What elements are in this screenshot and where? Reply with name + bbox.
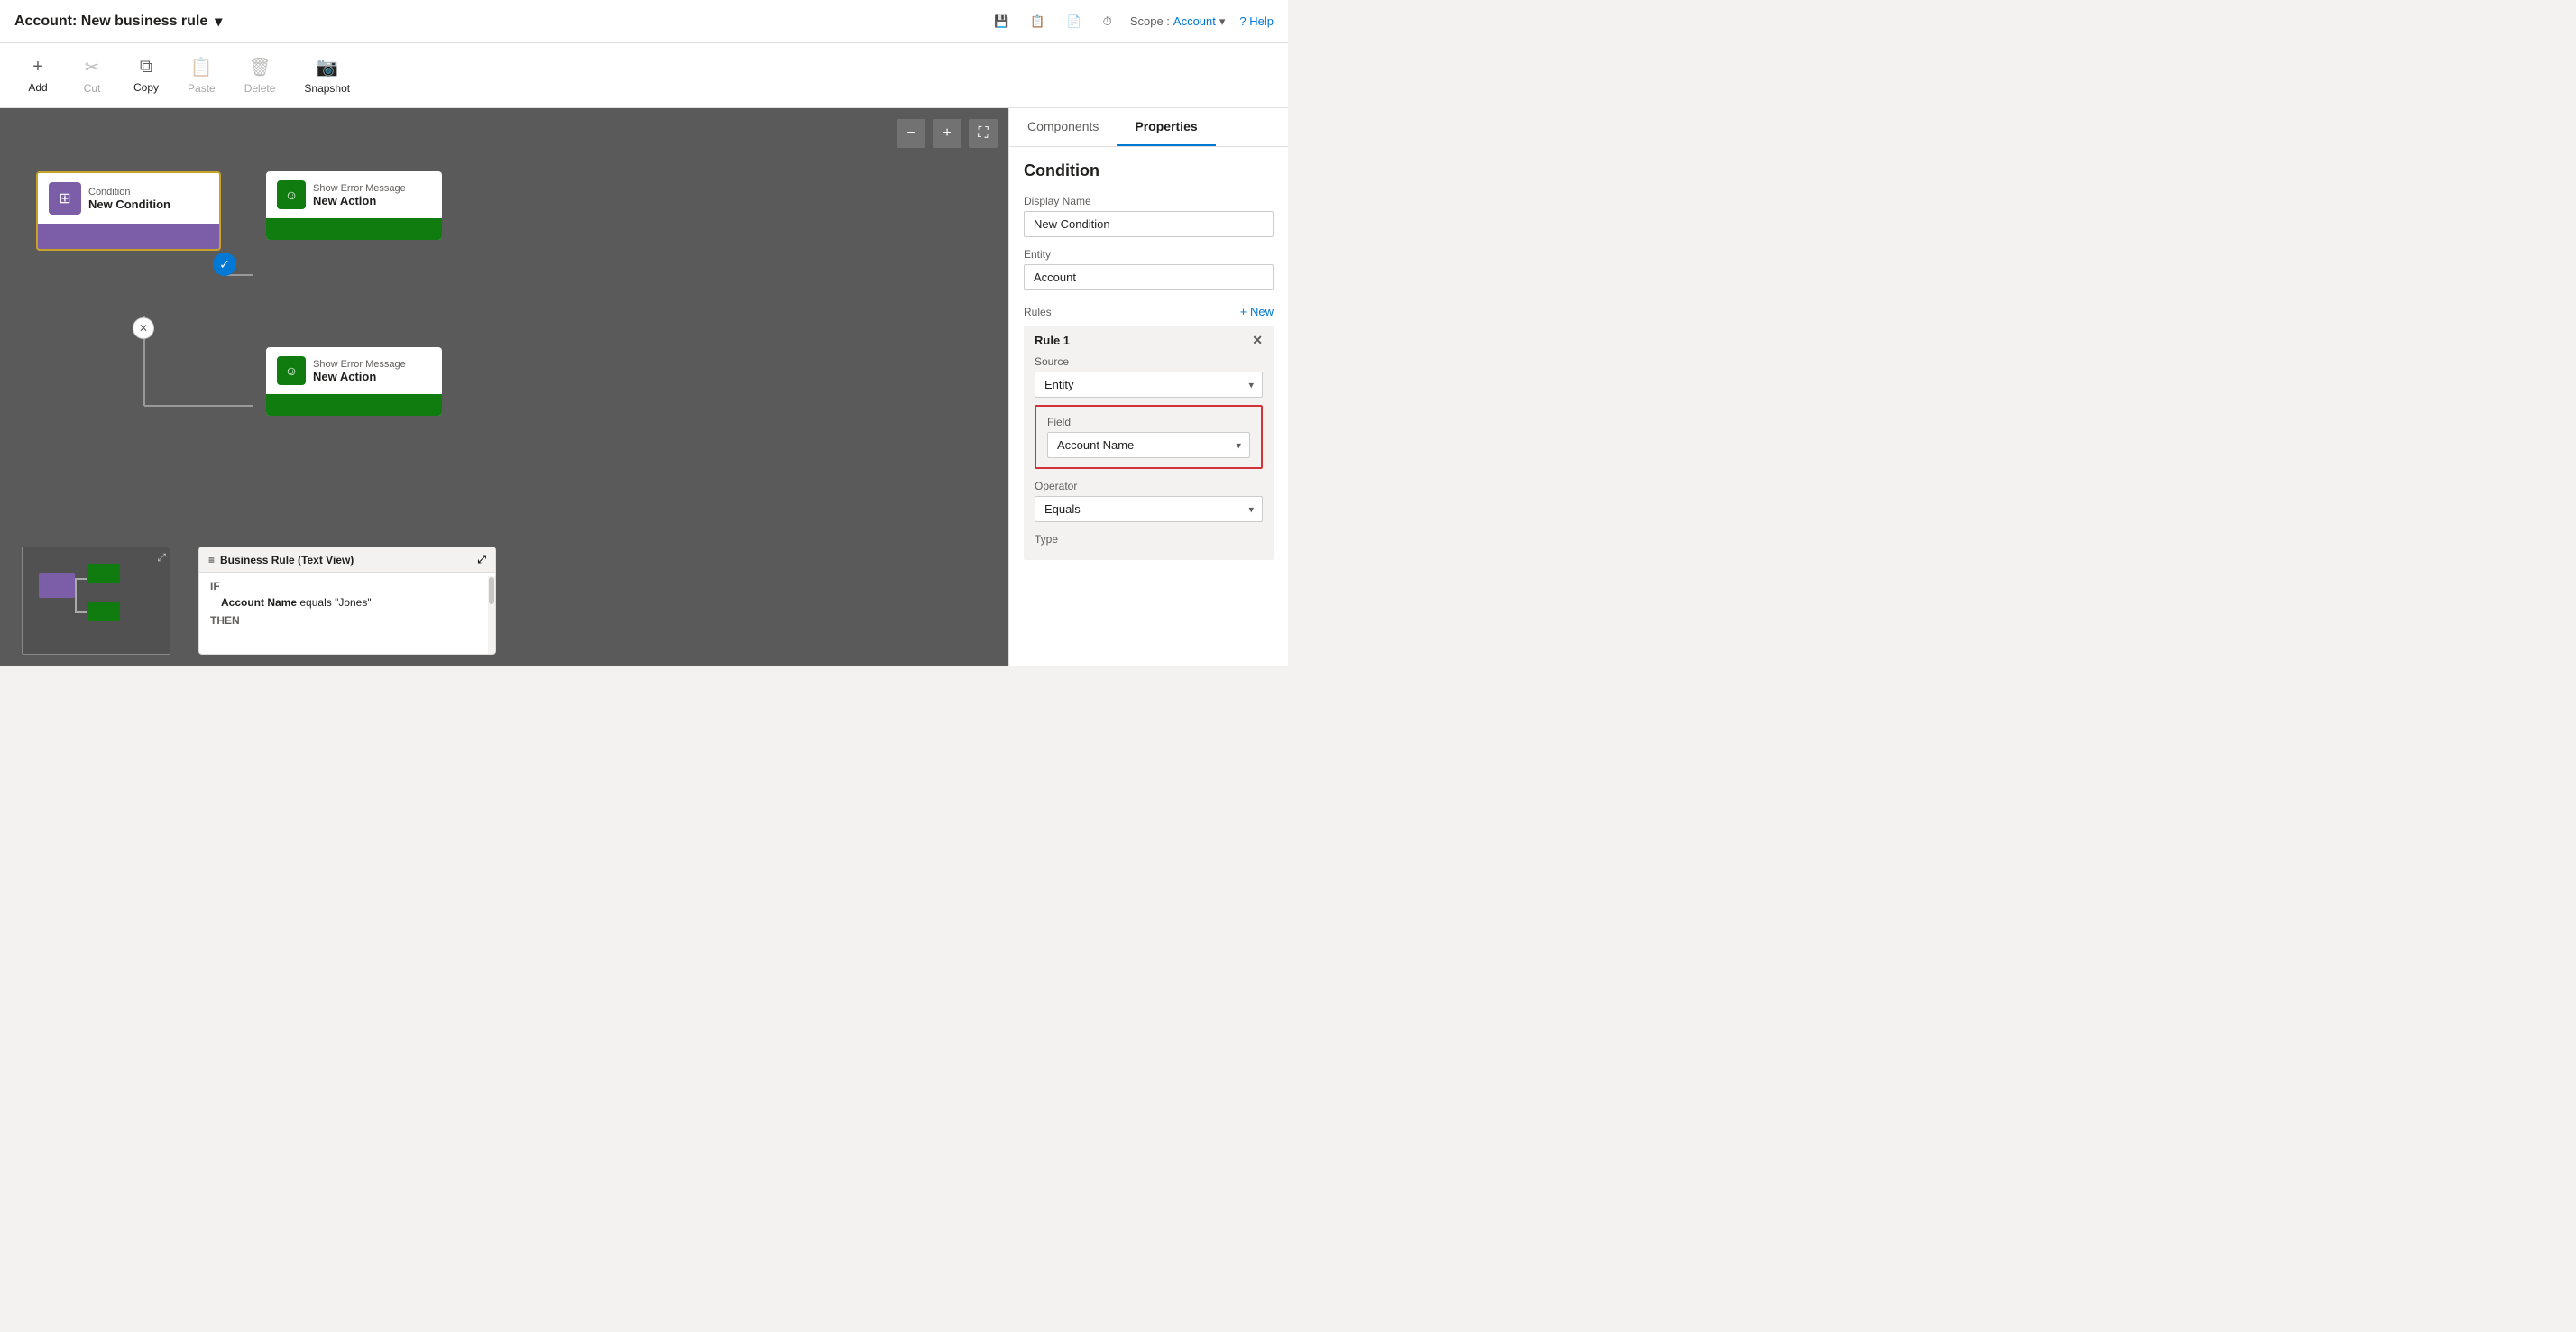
save-icon[interactable]: 💾 — [990, 11, 1012, 32]
right-panel: Components Properties Condition Display … — [1008, 108, 1288, 666]
clock-icon[interactable]: ⏱ — [1099, 11, 1116, 32]
panel-tabs: Components Properties — [1009, 108, 1288, 147]
title-right: 💾 📋 📄 ⏱ Scope : Account ▾ ? Help — [990, 11, 1274, 32]
field-highlighted-box: Field Account Name ▾ — [1035, 405, 1263, 469]
source-label: Source — [1035, 355, 1263, 368]
display-name-input[interactable] — [1024, 211, 1274, 237]
new-rule-link[interactable]: + New — [1240, 305, 1274, 318]
paste-icon: 📋 — [190, 56, 213, 78]
scope-dropdown-icon[interactable]: ▾ — [1219, 14, 1226, 29]
rule-1-close-button[interactable]: ✕ — [1252, 333, 1263, 348]
copy-button[interactable]: ⧉ Copy — [119, 50, 173, 101]
condition-node-text: Condition New Condition — [88, 187, 170, 211]
doc-icon[interactable]: 📄 — [1063, 11, 1084, 32]
condition-icon: ⊞ — [49, 182, 81, 215]
action-node-top-header: ☺ Show Error Message New Action — [266, 171, 442, 218]
branch-x-button[interactable]: ✕ — [133, 317, 154, 339]
panel-section-title: Condition — [1024, 161, 1274, 180]
minimap-condition — [39, 573, 75, 598]
condition-node[interactable]: ⊞ Condition New Condition — [36, 171, 221, 251]
action-node-bottom-text: Show Error Message New Action — [313, 359, 406, 383]
brtv-condition-line: Account Name equals "Jones" — [210, 596, 484, 609]
action-node-top-text: Show Error Message New Action — [313, 183, 406, 207]
scope-value[interactable]: Account — [1173, 14, 1216, 28]
cut-button[interactable]: ✂ Cut — [65, 49, 119, 102]
operator-label: Operator — [1035, 480, 1263, 492]
minimap-expand-button[interactable]: ⤢ — [157, 551, 166, 565]
minimap-action-bottom — [87, 602, 120, 621]
brtv-header-left: ≡ Business Rule (Text View) — [208, 554, 354, 566]
paste-button[interactable]: 📋 Paste — [173, 49, 230, 102]
field-select[interactable]: Account Name — [1047, 432, 1250, 458]
brtv-title: Business Rule (Text View) — [220, 554, 354, 566]
zoom-out-button[interactable]: − — [897, 119, 925, 148]
page-title: Account: New business rule — [14, 14, 207, 30]
toolbar: + Add ✂ Cut ⧉ Copy 📋 Paste 🗑 Delete 📷 Sn… — [0, 43, 1288, 108]
action-node-top[interactable]: ☺ Show Error Message New Action — [266, 171, 442, 240]
condition-node-header: ⊞ Condition New Condition — [38, 173, 219, 224]
title-dropdown-icon[interactable]: ▾ — [215, 13, 222, 31]
operator-select-wrapper: Equals ▾ — [1035, 496, 1263, 522]
action-node-bottom-footer — [266, 394, 442, 416]
field-label: Field — [1047, 416, 1250, 428]
condition-node-footer — [38, 224, 219, 249]
zoom-in-button[interactable]: + — [933, 119, 961, 148]
brtv-then: THEN — [210, 614, 484, 627]
rule-1-box: Rule 1 ✕ Source Entity ▾ Field — [1024, 326, 1274, 560]
brtv-content: IF Account Name equals "Jones" THEN — [199, 573, 495, 634]
cut-icon: ✂ — [85, 56, 100, 78]
delete-button[interactable]: 🗑 Delete — [230, 49, 290, 102]
canvas-area[interactable]: − + ⛶ ⊞ — [0, 108, 1008, 666]
help-button[interactable]: ? Help — [1239, 14, 1274, 28]
title-bar: Account: New business rule ▾ 💾 📋 📄 ⏱ Sco… — [0, 0, 1288, 43]
source-select-wrapper: Entity ▾ — [1035, 372, 1263, 398]
canvas-controls: − + ⛶ — [897, 119, 998, 148]
action-icon-bottom: ☺ — [277, 356, 306, 385]
add-button[interactable]: + Add — [11, 50, 65, 101]
rule-1-title: Rule 1 — [1035, 334, 1070, 347]
delete-icon: 🗑 — [248, 56, 271, 78]
action-node-bottom[interactable]: ☺ Show Error Message New Action — [266, 347, 442, 416]
snapshot-button[interactable]: 📷 Snapshot — [290, 49, 364, 102]
rule-1-body: Source Entity ▾ Field Account Name — [1024, 355, 1274, 560]
entity-input[interactable] — [1024, 264, 1274, 290]
rule-1-header: Rule 1 ✕ — [1024, 326, 1274, 355]
panel-content: Condition Display Name Entity Rules + Ne… — [1009, 147, 1288, 666]
tab-components[interactable]: Components — [1009, 108, 1117, 146]
operator-select[interactable]: Equals — [1035, 496, 1263, 522]
action-node-top-footer — [266, 218, 442, 240]
minimap-action-top — [87, 564, 120, 583]
brtv-scrollbar-thumb[interactable] — [489, 577, 494, 604]
type-label: Type — [1035, 533, 1263, 546]
brtv-if: IF — [210, 580, 484, 593]
brtv-header: ≡ Business Rule (Text View) ⤢ — [199, 547, 495, 573]
minimap-line-v — [75, 578, 77, 612]
action-node-bottom-header: ☺ Show Error Message New Action — [266, 347, 442, 394]
fit-button[interactable]: ⛶ — [969, 119, 998, 148]
rules-header: Rules + New — [1024, 305, 1274, 318]
scope-label: Scope : Account ▾ — [1130, 14, 1226, 29]
action-icon-top: ☺ — [277, 180, 306, 209]
checkmark-badge: ✓ — [213, 253, 236, 276]
rules-label: Rules — [1024, 306, 1052, 318]
brtv-expand-button[interactable]: ⤢ — [477, 553, 486, 566]
display-name-label: Display Name — [1024, 195, 1274, 207]
brtv-icon: ≡ — [208, 554, 215, 566]
minimap-line-h2 — [75, 611, 87, 613]
source-select[interactable]: Entity — [1035, 372, 1263, 398]
minimap-inner: ⤢ — [23, 547, 170, 654]
main-layout: − + ⛶ ⊞ — [0, 108, 1288, 666]
copy-icon: ⧉ — [140, 57, 152, 78]
add-icon: + — [32, 57, 43, 78]
snapshot-icon: 📷 — [316, 56, 338, 78]
entity-label: Entity — [1024, 248, 1274, 261]
minimap: ⤢ — [22, 547, 170, 655]
business-rule-text-view: ≡ Business Rule (Text View) ⤢ IF Account… — [198, 547, 496, 655]
tab-properties[interactable]: Properties — [1117, 108, 1215, 146]
minimap-line-h1 — [75, 578, 87, 580]
field-select-wrapper: Account Name ▾ — [1047, 432, 1250, 458]
title-left: Account: New business rule ▾ — [14, 13, 222, 31]
list-icon[interactable]: 📋 — [1026, 11, 1048, 32]
brtv-scrollbar[interactable] — [488, 576, 495, 655]
